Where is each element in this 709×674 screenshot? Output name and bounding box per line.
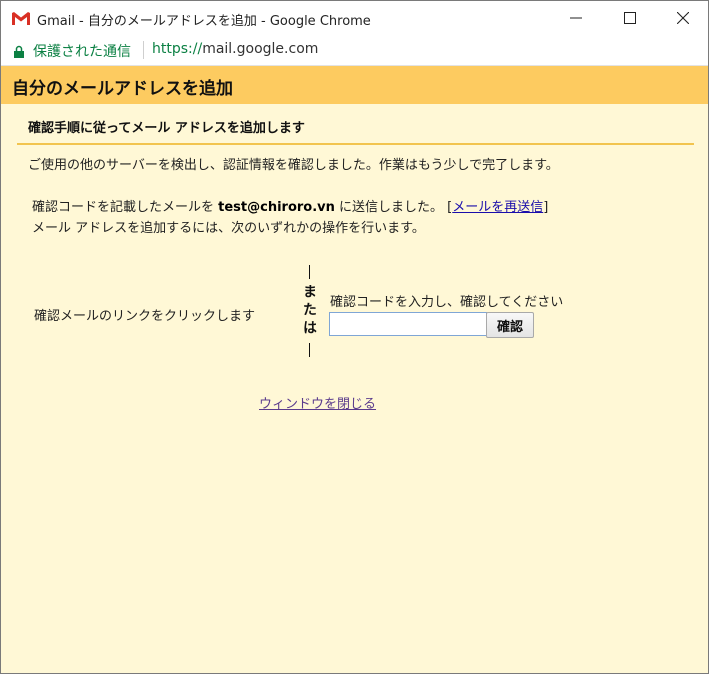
close-button[interactable] [660, 1, 706, 35]
or-separator: または [301, 265, 317, 357]
close-icon [677, 12, 689, 24]
sent-close: ] [543, 200, 549, 215]
gmail-icon [11, 11, 31, 26]
minimize-icon [570, 17, 582, 19]
sent-suffix: に送信しました。 [ [334, 200, 453, 215]
instruction-text: メール アドレスを追加するには、次のいずれかの操作を行います。 [32, 221, 425, 236]
chrome-popup-window: Gmail - 自分のメールアドレスを追加 - Google Chrome 保護… [0, 0, 709, 674]
verification-code-input[interactable] [329, 312, 487, 336]
maximize-icon [624, 12, 636, 24]
url-text[interactable]: https://mail.google.com [152, 41, 318, 57]
secure-connection-label[interactable]: 保護された通信 [33, 41, 131, 61]
window-title: Gmail - 自分のメールアドレスを追加 - Google Chrome [37, 14, 371, 29]
sent-email: test@chiroro.vn [218, 200, 335, 215]
detected-message: ご使用の他のサーバーを検出し、認証情報を確認しました。作業はもう少しで完了します… [28, 158, 559, 173]
address-bar[interactable]: 保護された通信 https://mail.google.com [1, 35, 708, 66]
divider [17, 143, 694, 145]
sent-prefix: 確認コードを記載したメールを [32, 200, 219, 215]
maximize-button[interactable] [607, 1, 653, 35]
url-scheme: https:// [152, 41, 203, 57]
page-title: 自分のメールアドレスを追加 [12, 79, 233, 99]
minimize-button[interactable] [553, 1, 599, 35]
or-bar-top [308, 265, 310, 279]
or-text: または [301, 284, 317, 338]
option-code-label: 確認コードを入力し、確認してください [330, 295, 564, 310]
title-bar[interactable]: Gmail - 自分のメールアドレスを追加 - Google Chrome [1, 1, 708, 35]
option-click-link: 確認メールのリンクをクリックします [34, 309, 256, 324]
or-bar-bottom [308, 343, 310, 357]
resend-email-link[interactable]: メールを再送信 [452, 200, 543, 215]
lock-icon [14, 43, 24, 58]
subheading: 確認手順に従ってメール アドレスを追加します [28, 121, 305, 136]
address-divider [143, 41, 144, 59]
confirm-button[interactable]: 確認 [486, 312, 534, 338]
close-window-link[interactable]: ウィンドウを閉じる [259, 393, 376, 412]
sent-message: 確認コードを記載したメールを test@chiroro.vn に送信しました。 … [32, 196, 548, 215]
page-header: 自分のメールアドレスを追加 [1, 66, 708, 104]
url-host: mail.google.com [202, 41, 319, 57]
